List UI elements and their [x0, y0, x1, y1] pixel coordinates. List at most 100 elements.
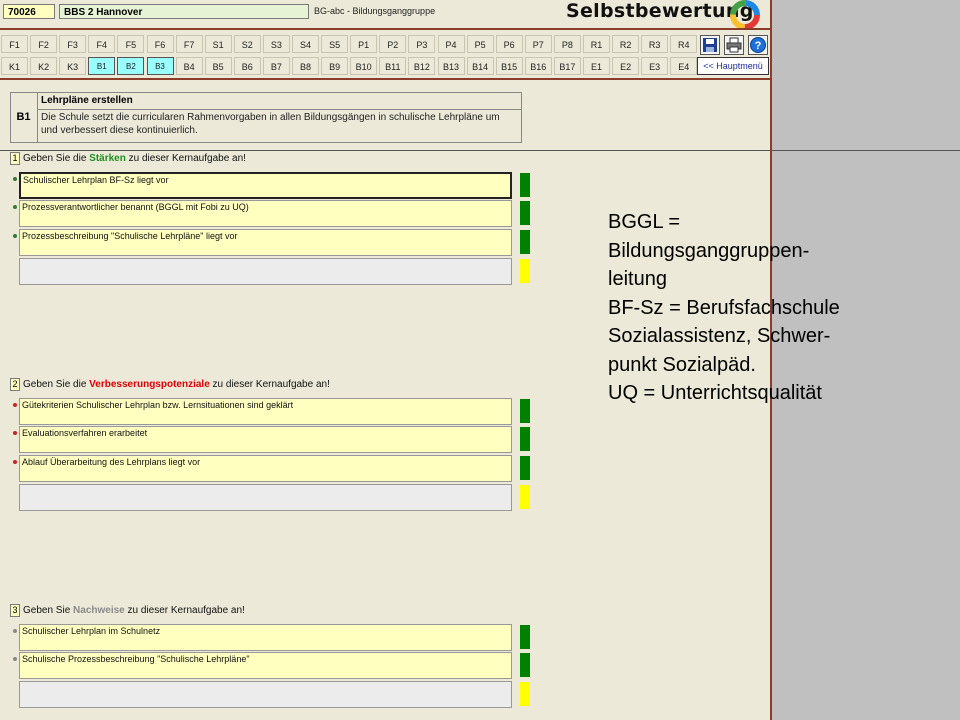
nav-tab-e3[interactable]: E3	[641, 57, 669, 75]
nav-tab-r3[interactable]: R3	[641, 35, 669, 53]
nav-tab-f3[interactable]: F3	[59, 35, 87, 53]
school-name-field[interactable]: BBS 2 Hannover	[59, 4, 309, 19]
question-prefix: Geben Sie die	[23, 153, 90, 164]
nav-tab-e4[interactable]: E4	[670, 57, 698, 75]
note-line: leitung	[608, 268, 667, 290]
nav-divider	[0, 78, 770, 80]
status-indicator[interactable]	[520, 201, 530, 225]
note-line: BF-Sz = Berufsfachschule	[608, 296, 840, 319]
save-icon[interactable]	[700, 35, 720, 55]
empty-entry-field[interactable]	[19, 484, 512, 511]
nav-tab-p1[interactable]: P1	[350, 35, 378, 53]
nav-tab-r4[interactable]: R4	[670, 35, 698, 53]
question-prefix: Geben Sie die	[23, 379, 90, 390]
header-bar: 70026 BBS 2 Hannover BG-abc - Bildungsga…	[0, 0, 770, 30]
nav-tab-s2[interactable]: S2	[233, 35, 261, 53]
nav-tab-b13[interactable]: B13	[437, 57, 465, 75]
bullet-dot-icon	[13, 177, 17, 181]
nav-tab-b9[interactable]: B9	[321, 57, 349, 75]
entry-field[interactable]: Prozessbeschreibung "Schulische Lehrplän…	[19, 229, 512, 256]
entry-field[interactable]: Ablauf Überarbeitung des Lehrplans liegt…	[19, 455, 512, 482]
nav-tab-f1[interactable]: F1	[1, 35, 28, 53]
status-indicator[interactable]	[520, 456, 530, 480]
nav-tab-p6[interactable]: P6	[495, 35, 523, 53]
empty-entry-field[interactable]	[19, 258, 512, 285]
status-indicator[interactable]	[520, 259, 530, 283]
entry-field[interactable]: Gütekriterien Schulischer Lehrplan bzw. …	[19, 398, 512, 425]
note-line: Bildungsganggruppen-	[608, 239, 810, 262]
app-title: Selbstbewertung	[566, 0, 754, 22]
nav-tab-b12[interactable]: B12	[408, 57, 436, 75]
nav-tab-s1[interactable]: S1	[204, 35, 232, 53]
question-prefix: Geben Sie	[23, 605, 74, 616]
nav-tab-p8[interactable]: P8	[553, 35, 581, 53]
nav-tab-b17[interactable]: B17	[553, 57, 581, 75]
nav-tab-f5[interactable]: F5	[117, 35, 145, 53]
nav-tab-k2[interactable]: K2	[30, 57, 58, 75]
institution-id-field[interactable]: 70026	[3, 4, 55, 19]
entry-field[interactable]: Schulische Prozessbeschreibung "Schulisc…	[19, 652, 512, 679]
entry-field[interactable]: Prozessverantwortlicher benannt (BGGL mi…	[19, 200, 512, 227]
bullet-dot-icon	[13, 234, 17, 238]
nav-tab-f6[interactable]: F6	[146, 35, 174, 53]
bullet-dot-icon	[13, 629, 17, 633]
nav-tab-k3[interactable]: K3	[59, 57, 87, 75]
abbreviation-note: BGGL = Bildungsganggruppen-leitung BF-Sz =…	[608, 208, 908, 408]
nav-tab-b4[interactable]: B4	[175, 57, 203, 75]
nav-tab-b11[interactable]: B11	[379, 57, 407, 75]
nav-tab-p3[interactable]: P3	[408, 35, 436, 53]
nav-tab-e1[interactable]: E1	[583, 57, 610, 75]
nav-tab-p5[interactable]: P5	[466, 35, 494, 53]
status-indicator[interactable]	[520, 653, 530, 677]
print-icon[interactable]	[724, 35, 744, 55]
nav-tab-e2[interactable]: E2	[612, 57, 640, 75]
status-indicator[interactable]	[520, 230, 530, 254]
section-question: Geben Sie die Stärken zu dieser Kernaufg…	[23, 153, 246, 164]
nav-tab-b6[interactable]: B6	[233, 57, 261, 75]
side-divider	[772, 150, 960, 151]
nav-tab-s5[interactable]: S5	[321, 35, 349, 53]
nav-tab-p2[interactable]: P2	[379, 35, 407, 53]
nav-tab-s3[interactable]: S3	[262, 35, 290, 53]
nav-tab-b8[interactable]: B8	[292, 57, 319, 75]
nav-tab-r1[interactable]: R1	[583, 35, 610, 53]
svg-text:?: ?	[755, 40, 762, 52]
note-line: punkt Sozialpäd.	[608, 353, 756, 376]
main-menu-button[interactable]: << Hauptmenü	[697, 57, 769, 75]
section-number: 1	[10, 152, 20, 165]
status-indicator[interactable]	[520, 485, 530, 509]
nav-tab-b1[interactable]: B1	[88, 57, 116, 75]
status-indicator[interactable]	[520, 625, 530, 649]
status-indicator[interactable]	[520, 173, 530, 197]
nav-tab-b10[interactable]: B10	[350, 57, 378, 75]
entry-field[interactable]: Evaluationsverfahren erarbeitet	[19, 426, 512, 453]
bullet-dot-icon	[13, 431, 17, 435]
note-line: BGGL =	[608, 211, 681, 233]
status-indicator[interactable]	[520, 427, 530, 451]
nav-tab-f7[interactable]: F7	[175, 35, 203, 53]
nav-tab-b14[interactable]: B14	[466, 57, 494, 75]
status-indicator[interactable]	[520, 399, 530, 423]
nav-tab-b7[interactable]: B7	[262, 57, 290, 75]
status-indicator[interactable]	[520, 682, 530, 706]
help-icon[interactable]: ?	[748, 35, 768, 55]
nav-tab-b15[interactable]: B15	[495, 57, 523, 75]
nav-tab-b3[interactable]: B3	[146, 57, 174, 75]
nav-tab-f4[interactable]: F4	[88, 35, 116, 53]
entry-field[interactable]: Schulischer Lehrplan BF-Sz liegt vor	[19, 172, 512, 199]
bullet-dot-icon	[13, 657, 17, 661]
bullet-dot-icon	[13, 460, 17, 464]
empty-entry-field[interactable]	[19, 681, 512, 708]
nav-tab-r2[interactable]: R2	[612, 35, 640, 53]
question-keyword: Nachweise	[73, 605, 125, 616]
nav-tab-s4[interactable]: S4	[292, 35, 319, 53]
nav-tab-b16[interactable]: B16	[524, 57, 552, 75]
nav-tab-p7[interactable]: P7	[524, 35, 552, 53]
module-nav: F1 F2 F3 F4 F5 F6 F7 S1 S2 S3 S4 S5 P1 P2 P3 P4 P5 P6 P7 P8…	[0, 33, 770, 77]
nav-tab-f2[interactable]: F2	[30, 35, 58, 53]
nav-tab-p4[interactable]: P4	[437, 35, 465, 53]
entry-field[interactable]: Schulischer Lehrplan im Schulnetz	[19, 624, 512, 651]
nav-tab-b2[interactable]: B2	[117, 57, 145, 75]
nav-tab-k1[interactable]: K1	[1, 57, 28, 75]
nav-tab-b5[interactable]: B5	[204, 57, 232, 75]
